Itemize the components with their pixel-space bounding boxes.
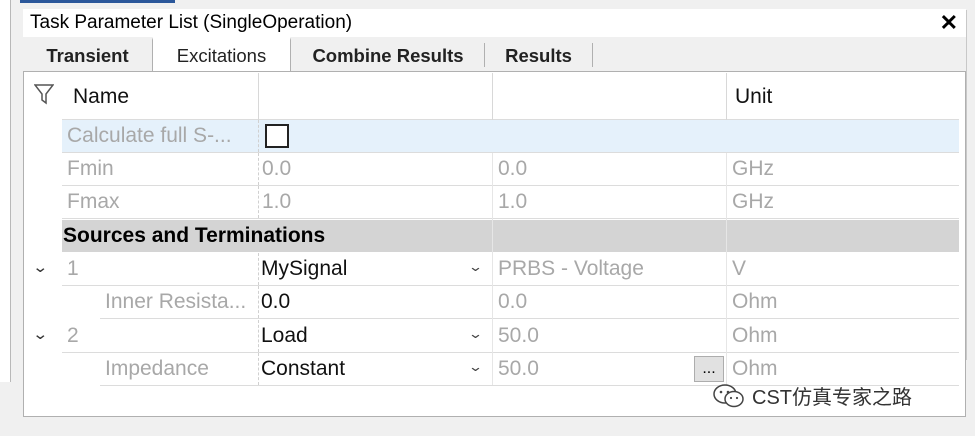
row-name: Fmax	[67, 190, 120, 213]
right-dock-edge	[966, 10, 967, 360]
table-row[interactable]: 2 Load ⌄ 50.0 Ohm	[62, 320, 959, 353]
source-1-type: PRBS - Voltage	[498, 257, 644, 280]
window-titlebar: Task Parameter List (SingleOperation) ✕	[23, 9, 966, 37]
column-divider	[258, 120, 259, 152]
window-title: Task Parameter List (SingleOperation)	[30, 12, 353, 33]
column-divider	[258, 286, 259, 318]
row-name: Fmin	[67, 157, 114, 180]
filter-icon[interactable]	[34, 83, 54, 105]
column-divider	[258, 320, 259, 352]
impedance-type-dropdown[interactable]: Constant	[261, 353, 345, 385]
fmin-unit: GHz	[732, 157, 774, 180]
chevron-down-icon[interactable]: ⌄	[468, 359, 483, 375]
ellipsis-button[interactable]: ...	[694, 356, 724, 382]
fmax-value[interactable]: 1.0	[262, 186, 291, 218]
source-1-unit: V	[732, 257, 747, 280]
tab-bar: Transient Excitations Combine Results Re…	[23, 37, 966, 72]
tab-results[interactable]: Results	[485, 41, 592, 71]
row-name: Calculate full S-...	[67, 124, 232, 147]
left-dock-pane	[0, 0, 11, 382]
close-icon[interactable]: ✕	[940, 10, 958, 36]
watermark: CST仿真专家之路	[712, 381, 912, 410]
tab-label: Combine Results	[312, 45, 464, 66]
column-divider	[258, 186, 259, 218]
watermark-text: CST仿真专家之路	[752, 387, 912, 409]
window-accent-bar	[20, 0, 175, 3]
column-divider	[726, 153, 727, 385]
chevron-down-icon[interactable]: ⌄	[32, 258, 48, 276]
source-index: 2	[67, 324, 79, 347]
calculate-full-s-checkbox[interactable]	[265, 124, 289, 148]
inner-resistance-unit: Ohm	[732, 290, 778, 313]
column-divider	[492, 73, 493, 120]
table-row[interactable]: Calculate full S-...	[62, 120, 959, 153]
row-name: Impedance	[105, 357, 209, 380]
tab-combine-results[interactable]: Combine Results	[293, 41, 483, 71]
wechat-icon	[713, 383, 744, 407]
section-sources-and-terminations[interactable]: Sources and Terminations	[62, 220, 959, 252]
column-divider	[258, 353, 259, 385]
status-strip	[0, 417, 975, 436]
column-divider	[258, 73, 259, 120]
fmax-unit: GHz	[732, 190, 774, 213]
fmin-col3: 0.0	[498, 157, 528, 180]
fmax-col3: 1.0	[498, 190, 528, 213]
grid-header: Name Unit	[62, 73, 959, 120]
column-divider	[258, 253, 259, 285]
chevron-down-icon[interactable]: ⌄	[468, 259, 483, 275]
column-divider	[726, 73, 727, 120]
tab-transient[interactable]: Transient	[23, 41, 152, 71]
table-row[interactable]: 1 MySignal ⌄ PRBS - Voltage V	[62, 253, 959, 286]
source-2-load-dropdown[interactable]: Load	[261, 320, 308, 352]
tab-label: Excitations	[176, 45, 267, 66]
impedance-value[interactable]: 50.0	[498, 353, 539, 385]
tab-label: Transient	[46, 45, 129, 66]
inner-resistance-col3: 0.0	[498, 290, 528, 313]
source-2-col3: 50.0	[498, 324, 539, 347]
tab-label: Results	[505, 45, 572, 66]
chevron-down-icon[interactable]: ⌄	[32, 325, 48, 343]
column-header-unit[interactable]: Unit	[735, 73, 772, 120]
table-row[interactable]: Inner Resista... 0.0 0.0 Ohm	[100, 286, 959, 319]
table-row[interactable]: Fmin 0.0 0.0 GHz	[62, 153, 959, 186]
row-name: Inner Resista...	[105, 290, 247, 313]
tab-divider	[592, 43, 593, 67]
inner-resistance-value[interactable]: 0.0	[261, 286, 290, 318]
source-1-signal-dropdown[interactable]: MySignal	[261, 253, 347, 285]
source-index: 1	[67, 257, 79, 280]
chevron-down-icon[interactable]: ⌄	[468, 326, 483, 342]
table-row[interactable]: Fmax 1.0 1.0 GHz	[62, 186, 959, 219]
column-header-name[interactable]: Name	[73, 73, 129, 120]
fmin-value[interactable]: 0.0	[262, 153, 291, 185]
tab-excitations[interactable]: Excitations	[152, 37, 291, 72]
source-2-unit: Ohm	[732, 324, 778, 347]
column-divider	[492, 153, 493, 385]
column-divider	[258, 153, 259, 185]
